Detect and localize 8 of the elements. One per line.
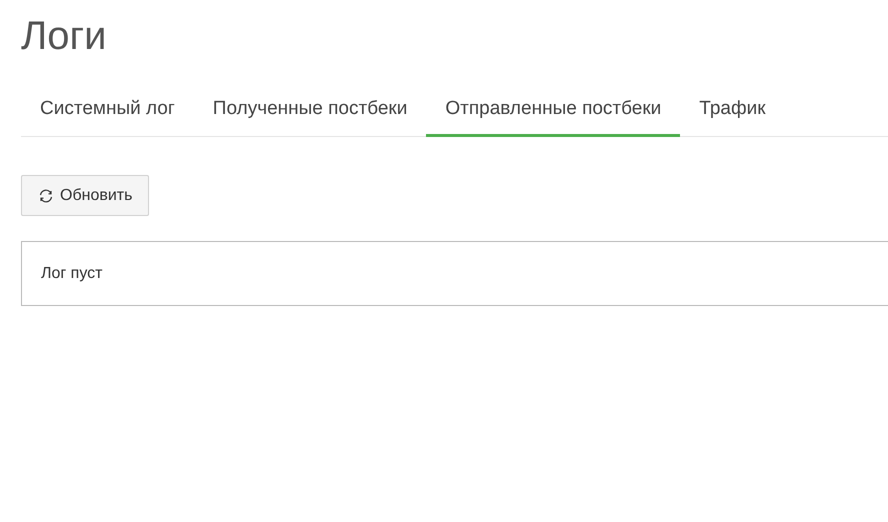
refresh-icon <box>38 188 54 204</box>
tab[interactable]: Полученные постбеки <box>194 85 426 137</box>
tab[interactable]: Трафик <box>680 85 785 137</box>
page-title: Логи <box>21 13 106 60</box>
refresh-button[interactable]: Обновить <box>21 175 150 216</box>
tab[interactable]: Отправленные постбеки <box>426 85 680 137</box>
tab[interactable]: Системный лог <box>21 85 194 137</box>
empty-log-message: Лог пуст <box>41 264 102 284</box>
